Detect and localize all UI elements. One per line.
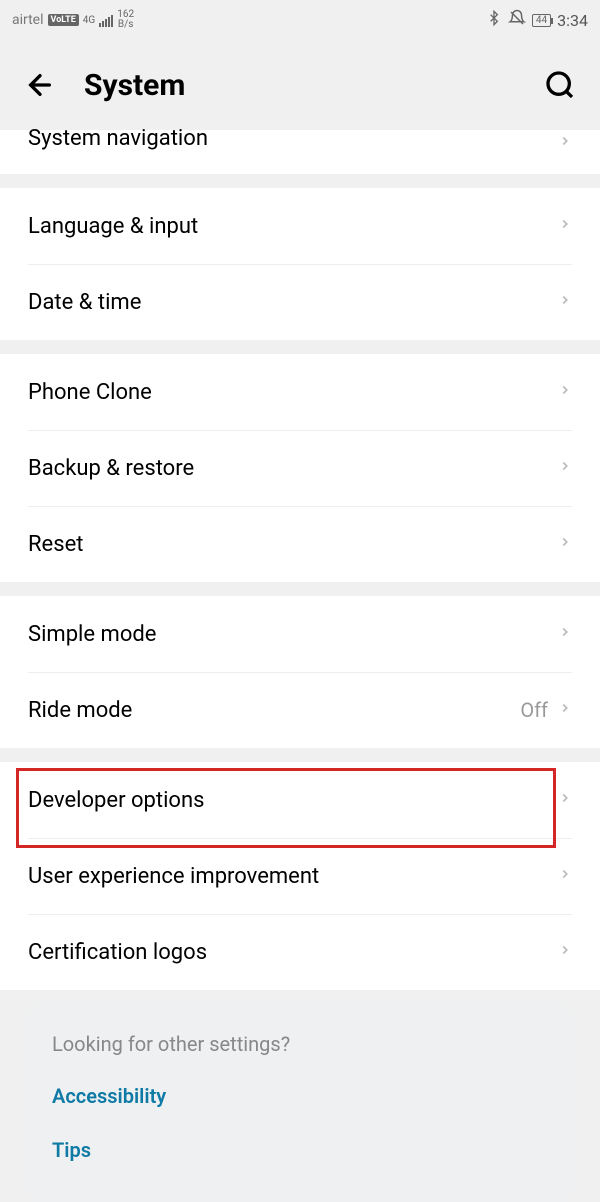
chevron-right-icon [558, 863, 572, 889]
chevron-right-icon [558, 787, 572, 813]
row-date-time[interactable]: Date & time [0, 264, 600, 340]
footer-link-tips[interactable]: Tips [52, 1138, 548, 1162]
row-label: Simple mode [28, 622, 558, 647]
settings-group: Language & input Date & time [0, 188, 600, 340]
row-label: Developer options [28, 788, 558, 813]
volte-badge: VoLTE [48, 14, 79, 26]
row-phone-clone[interactable]: Phone Clone [0, 354, 600, 430]
app-header: System [0, 40, 600, 130]
row-reset[interactable]: Reset [0, 506, 600, 582]
network-type: 4G [83, 15, 95, 26]
settings-group: Developer options User experience improve… [0, 762, 600, 990]
signal-bars-icon [99, 13, 113, 27]
chevron-right-icon [558, 289, 572, 315]
status-bar: airtel VoLTE 4G 162 B/s 44 3:34 [0, 0, 600, 40]
row-label: Ride mode [28, 698, 520, 723]
row-developer-options[interactable]: Developer options [0, 762, 600, 838]
footer-card: Looking for other settings? Accessibility… [28, 1004, 572, 1202]
row-label: System navigation [28, 126, 558, 151]
page-title: System [84, 68, 516, 103]
row-certification-logos[interactable]: Certification logos [0, 914, 600, 990]
chevron-right-icon [558, 130, 572, 156]
settings-group: Simple mode Ride modeOff [0, 596, 600, 748]
clock: 3:34 [557, 11, 588, 30]
row-simple-mode[interactable]: Simple mode [0, 596, 600, 672]
row-label: User experience improvement [28, 864, 558, 889]
notification-off-icon [508, 9, 526, 31]
chevron-right-icon [558, 213, 572, 239]
row-value: Off [520, 698, 548, 722]
row-label: Date & time [28, 290, 558, 315]
row-language-input[interactable]: Language & input [0, 188, 600, 264]
back-button[interactable] [24, 69, 56, 101]
row-user-experience-improvement[interactable]: User experience improvement [0, 838, 600, 914]
row-label: Certification logos [28, 940, 558, 965]
row-label: Reset [28, 532, 558, 557]
chevron-right-icon [558, 697, 572, 723]
chevron-right-icon [558, 939, 572, 965]
row-backup-restore[interactable]: Backup & restore [0, 430, 600, 506]
row-label: Language & input [28, 214, 558, 239]
footer-link-accessibility[interactable]: Accessibility [52, 1084, 548, 1108]
chevron-right-icon [558, 531, 572, 557]
bluetooth-icon [486, 10, 502, 30]
settings-list: System navigation Language & input Date & … [0, 130, 600, 1202]
row-label: Backup & restore [28, 456, 558, 481]
battery-indicator: 44 [532, 14, 551, 27]
chevron-right-icon [558, 379, 572, 405]
search-button[interactable] [544, 69, 576, 101]
chevron-right-icon [558, 621, 572, 647]
row-ride-mode[interactable]: Ride modeOff [0, 672, 600, 748]
settings-group: Phone Clone Backup & restore Reset [0, 354, 600, 582]
row-label: Phone Clone [28, 380, 558, 405]
network-speed: 162 B/s [117, 10, 134, 30]
chevron-right-icon [558, 455, 572, 481]
carrier-label: airtel [12, 12, 44, 28]
footer-title: Looking for other settings? [52, 1032, 548, 1056]
settings-group: System navigation [0, 130, 600, 174]
row-system-navigation[interactable]: System navigation [0, 130, 600, 174]
